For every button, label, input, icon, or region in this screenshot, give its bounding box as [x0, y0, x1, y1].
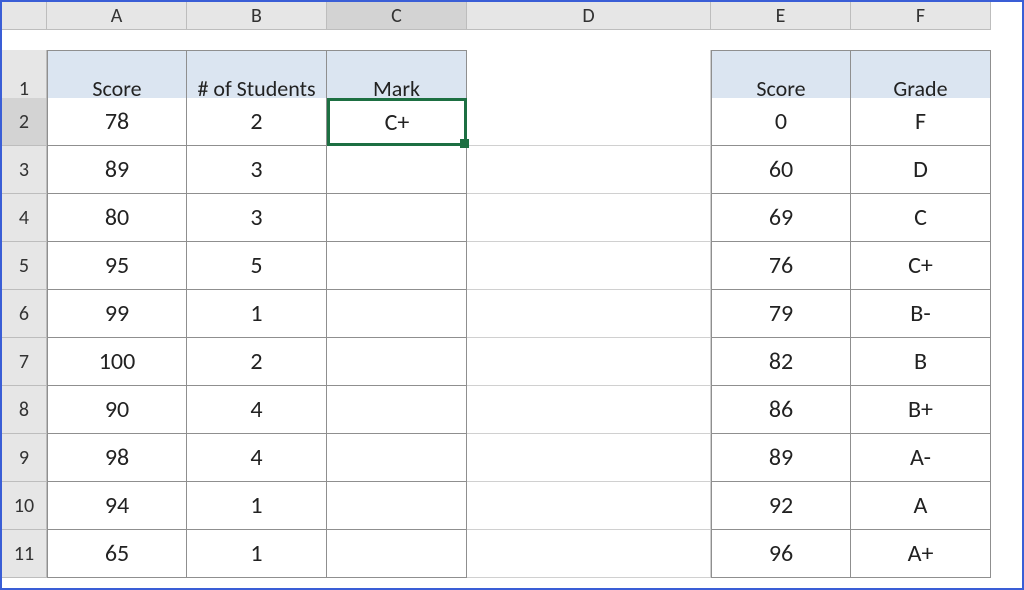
cell-D8[interactable] — [467, 386, 711, 434]
cell-B2[interactable]: 2 — [187, 98, 327, 146]
cell-A10[interactable]: 94 — [47, 482, 187, 530]
row-header-7[interactable]: 7 — [2, 338, 47, 386]
spreadsheet-grid: A B C D E F 1 Score # of Students Mark S… — [2, 2, 1022, 578]
cell-F5[interactable]: C+ — [851, 242, 991, 290]
cell-E11[interactable]: 96 — [711, 530, 851, 578]
cell-D9[interactable] — [467, 434, 711, 482]
cell-E10[interactable]: 92 — [711, 482, 851, 530]
cell-C8[interactable] — [327, 386, 467, 434]
cell-E9[interactable]: 89 — [711, 434, 851, 482]
cell-B3[interactable]: 3 — [187, 146, 327, 194]
column-header-E[interactable]: E — [711, 2, 851, 30]
cell-F4[interactable]: C — [851, 194, 991, 242]
cell-B9[interactable]: 4 — [187, 434, 327, 482]
cell-E7[interactable]: 82 — [711, 338, 851, 386]
cell-F7[interactable]: B — [851, 338, 991, 386]
column-header-F[interactable]: F — [851, 2, 991, 30]
cell-D10[interactable] — [467, 482, 711, 530]
fill-handle[interactable] — [460, 139, 469, 148]
cell-A3[interactable]: 89 — [47, 146, 187, 194]
cell-E3[interactable]: 60 — [711, 146, 851, 194]
row-header-2[interactable]: 2 — [2, 98, 47, 146]
cell-E8[interactable]: 86 — [711, 386, 851, 434]
cell-C7[interactable] — [327, 338, 467, 386]
cell-D6[interactable] — [467, 290, 711, 338]
cell-D11[interactable] — [467, 530, 711, 578]
cell-A2[interactable]: 78 — [47, 98, 187, 146]
cell-E4[interactable]: 69 — [711, 194, 851, 242]
cell-C2-active[interactable]: C+ — [327, 98, 467, 146]
cell-E6[interactable]: 79 — [711, 290, 851, 338]
column-header-B[interactable]: B — [187, 2, 327, 30]
row-header-6[interactable]: 6 — [2, 290, 47, 338]
cell-B8[interactable]: 4 — [187, 386, 327, 434]
select-all-corner[interactable] — [2, 2, 47, 30]
cell-C4[interactable] — [327, 194, 467, 242]
cell-A6[interactable]: 99 — [47, 290, 187, 338]
cell-F6[interactable]: B- — [851, 290, 991, 338]
cell-B11[interactable]: 1 — [187, 530, 327, 578]
cell-B10[interactable]: 1 — [187, 482, 327, 530]
column-header-D[interactable]: D — [467, 2, 711, 30]
cell-C5[interactable] — [327, 242, 467, 290]
cell-B7[interactable]: 2 — [187, 338, 327, 386]
cell-A8[interactable]: 90 — [47, 386, 187, 434]
cell-D3[interactable] — [467, 146, 711, 194]
row-header-11[interactable]: 11 — [2, 530, 47, 578]
cell-C9[interactable] — [327, 434, 467, 482]
cell-F9[interactable]: A- — [851, 434, 991, 482]
column-header-C[interactable]: C — [327, 2, 467, 30]
row-header-9[interactable]: 9 — [2, 434, 47, 482]
cell-E5[interactable]: 76 — [711, 242, 851, 290]
cell-A7[interactable]: 100 — [47, 338, 187, 386]
cell-B4[interactable]: 3 — [187, 194, 327, 242]
cell-C3[interactable] — [327, 146, 467, 194]
row-header-8[interactable]: 8 — [2, 386, 47, 434]
cell-F3[interactable]: D — [851, 146, 991, 194]
cell-F8[interactable]: B+ — [851, 386, 991, 434]
cell-A11[interactable]: 65 — [47, 530, 187, 578]
cell-F11[interactable]: A+ — [851, 530, 991, 578]
row-header-5[interactable]: 5 — [2, 242, 47, 290]
cell-A5[interactable]: 95 — [47, 242, 187, 290]
cell-D4[interactable] — [467, 194, 711, 242]
cell-B5[interactable]: 5 — [187, 242, 327, 290]
column-header-A[interactable]: A — [47, 2, 187, 30]
cell-A9[interactable]: 98 — [47, 434, 187, 482]
cell-F2[interactable]: F — [851, 98, 991, 146]
cell-B6[interactable]: 1 — [187, 290, 327, 338]
cell-E2[interactable]: 0 — [711, 98, 851, 146]
cell-C6[interactable] — [327, 290, 467, 338]
row-header-10[interactable]: 10 — [2, 482, 47, 530]
cell-D7[interactable] — [467, 338, 711, 386]
row-header-4[interactable]: 4 — [2, 194, 47, 242]
cell-F10[interactable]: A — [851, 482, 991, 530]
cell-D5[interactable] — [467, 242, 711, 290]
cell-D2[interactable] — [467, 98, 711, 146]
cell-C2-value: C+ — [385, 108, 410, 137]
cell-C11[interactable] — [327, 530, 467, 578]
cell-C10[interactable] — [327, 482, 467, 530]
row-header-3[interactable]: 3 — [2, 146, 47, 194]
cell-A4[interactable]: 80 — [47, 194, 187, 242]
